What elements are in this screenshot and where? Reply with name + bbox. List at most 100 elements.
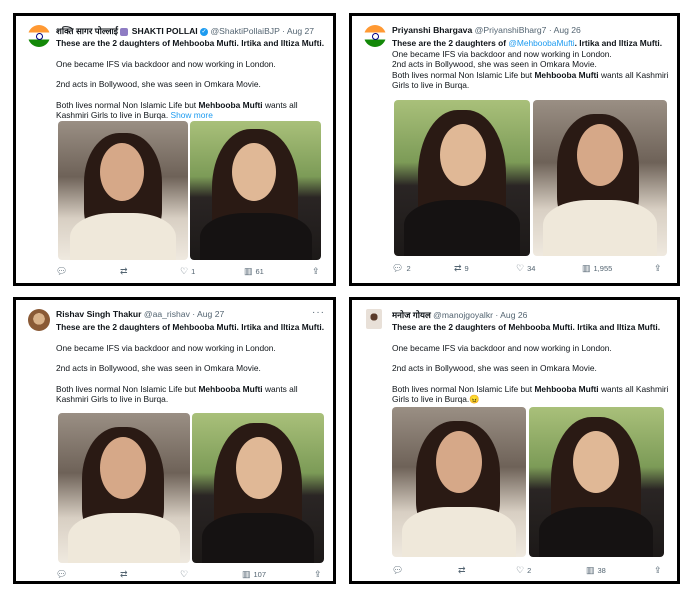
retweet-icon: ⇄	[458, 565, 466, 575]
like-count: 2	[527, 566, 532, 575]
author-name-secondary[interactable]: SHAKTI POLLAI	[132, 26, 198, 36]
tweet-header: शक्ति सागर पोल्लाई SHAKTI POLLAI ✓ @Shak…	[56, 25, 327, 37]
tweet-photo-left[interactable]	[58, 121, 188, 260]
tweet-card-1[interactable]: शक्ति सागर पोल्लाई SHAKTI POLLAI ✓ @Shak…	[13, 13, 336, 286]
tweet-line-3: 2nd acts in Bollywood, she was seen in O…	[56, 79, 261, 90]
mention-link[interactable]: @MehboobaMufti	[508, 38, 574, 48]
tweet-header: मनोज गोयल @manojgoyalkr · Aug 26	[392, 309, 671, 321]
tweet-line-1-pre: These are the 2 daughters of	[392, 38, 509, 48]
reply-count: 2	[406, 264, 411, 273]
views-icon: ▥	[586, 565, 595, 575]
share-button[interactable]: ⇪	[654, 566, 662, 575]
like-button[interactable]: ♡ 1	[180, 266, 196, 277]
show-more-link[interactable]: Show more	[168, 110, 212, 120]
tweet-photo-right[interactable]	[190, 121, 321, 260]
avatar[interactable]	[366, 309, 382, 329]
reply-icon: 💬︎	[56, 266, 68, 276]
author-handle[interactable]: @manojgoyalkr	[433, 310, 493, 320]
reply-button[interactable]: 💬︎	[56, 267, 70, 276]
like-icon: ♡	[516, 565, 525, 575]
avatar[interactable]	[364, 25, 386, 47]
tweet-line-4: Both lives normal Non Islamic Life but M…	[392, 70, 669, 91]
tweet-line-4-a: Both lives normal Non Islamic Life but	[392, 383, 535, 394]
tweet-photo-right[interactable]	[529, 407, 664, 557]
tweet-photo-left[interactable]	[58, 413, 190, 563]
views-button[interactable]: ▥ 107	[242, 569, 267, 580]
tweet-header: Rishav Singh Thakur @aa_rishav · Aug 27	[56, 309, 327, 319]
tweet-photo-right[interactable]	[533, 100, 667, 256]
views-count: 38	[597, 566, 606, 575]
retweet-icon: ⇄	[120, 569, 128, 579]
tweet-line-1-post: . Irtika and Iltiza Mufti.	[574, 38, 663, 48]
tweet-line-4: Both lives normal Non Islamic Life but M…	[392, 384, 669, 405]
retweet-button[interactable]: ⇄	[120, 267, 131, 276]
views-button[interactable]: ▥ 38	[586, 565, 606, 576]
tweet-line-4-b: Mehbooba Mufti	[198, 99, 263, 110]
share-button[interactable]: ⇪	[312, 267, 320, 276]
more-icon[interactable]: ···	[312, 307, 325, 318]
author-name[interactable]: Rishav Singh Thakur	[56, 309, 141, 319]
share-icon: ⇪	[654, 263, 662, 273]
author-name[interactable]: मनोज गोयल	[392, 310, 431, 320]
tweet-line-4-a: Both lives normal Non Islamic Life but	[392, 69, 535, 80]
tweet-line-1: These are the 2 daughters of Mehbooba Mu…	[56, 322, 325, 332]
like-icon: ♡	[180, 569, 189, 579]
tweet-line-1: These are the 2 daughters of Mehbooba Mu…	[392, 322, 661, 332]
tweet-line-2: One became IFS via backdoor and now work…	[56, 58, 276, 69]
views-button[interactable]: ▥ 1,955	[582, 263, 612, 274]
tweet-line-3: 2nd acts in Bollywood, she was seen in O…	[392, 59, 597, 70]
like-button[interactable]: ♡	[180, 570, 191, 579]
like-button[interactable]: ♡ 2	[516, 565, 532, 576]
avatar[interactable]	[28, 309, 50, 331]
retweet-count: 9	[464, 264, 469, 273]
retweet-button[interactable]: ⇄	[458, 566, 469, 575]
avatar[interactable]	[28, 25, 50, 47]
share-button[interactable]: ⇪	[654, 264, 662, 273]
tweet-card-4[interactable]: मनोज गोयल @manojgoyalkr · Aug 26 These a…	[349, 297, 680, 584]
retweet-button[interactable]: ⇄	[120, 570, 131, 579]
share-icon: ⇪	[312, 266, 320, 276]
tweet-photo-right[interactable]	[192, 413, 324, 563]
reply-icon: 💬︎	[392, 263, 404, 273]
reply-button[interactable]: 💬︎	[392, 566, 406, 575]
like-icon: ♡	[180, 266, 189, 276]
views-count: 61	[255, 267, 264, 276]
like-count: 1	[191, 267, 196, 276]
author-handle[interactable]: @PriyanshiBharg7	[475, 25, 547, 35]
tweet-line-4-a: Both lives normal Non Islamic Life but	[56, 99, 199, 110]
retweet-button[interactable]: ⇄ 9	[454, 263, 469, 274]
tweet-photo-left[interactable]	[394, 100, 530, 256]
reply-button[interactable]: 💬︎ 2	[392, 263, 411, 274]
author-handle[interactable]: @aa_rishav	[144, 309, 190, 319]
retweet-icon: ⇄	[454, 263, 462, 273]
tweet-date[interactable]: · Aug 27	[192, 309, 224, 319]
like-button[interactable]: ♡ 34	[516, 264, 535, 274]
affiliate-badge-icon	[120, 27, 129, 36]
tweet-date[interactable]: · Aug 27	[282, 26, 314, 36]
author-handle[interactable]: @ShaktiPollaiBJP	[210, 26, 279, 36]
views-icon: ▥	[244, 266, 253, 276]
reply-button[interactable]: 💬︎	[56, 570, 70, 579]
reply-icon: 💬︎	[56, 569, 68, 579]
share-icon: ⇪	[314, 569, 322, 579]
tweet-header: Priyanshi Bhargava @PriyanshiBharg7 · Au…	[392, 25, 671, 35]
reply-icon: 💬︎	[392, 565, 404, 575]
tweet-date[interactable]: · Aug 26	[549, 25, 581, 35]
tweet-card-3[interactable]: Rishav Singh Thakur @aa_rishav · Aug 27 …	[13, 297, 336, 584]
views-count: 107	[253, 570, 267, 579]
views-icon: ▥	[582, 263, 591, 273]
tweet-line-3: 2nd acts in Bollywood, she was seen in O…	[56, 363, 261, 374]
tweet-line-4-b: Mehbooba Mufti	[534, 69, 599, 80]
verified-badge-icon: ✓	[200, 27, 209, 36]
angry-emoji-icon: 😠	[469, 394, 480, 405]
tweet-line-4: Both lives normal Non Islamic Life but M…	[56, 384, 325, 405]
author-name[interactable]: शक्ति सागर पोल्लाई	[56, 26, 118, 36]
share-button[interactable]: ⇪	[314, 570, 322, 579]
views-button[interactable]: ▥ 61	[244, 266, 264, 277]
tweet-date[interactable]: · Aug 26	[495, 310, 527, 320]
views-icon: ▥	[242, 569, 251, 579]
tweet-text: These are the 2 daughters of Mehbooba Mu…	[392, 322, 669, 405]
tweet-photo-left[interactable]	[392, 407, 526, 557]
tweet-card-2[interactable]: Priyanshi Bhargava @PriyanshiBharg7 · Au…	[349, 13, 680, 286]
author-name[interactable]: Priyanshi Bhargava	[392, 25, 472, 35]
